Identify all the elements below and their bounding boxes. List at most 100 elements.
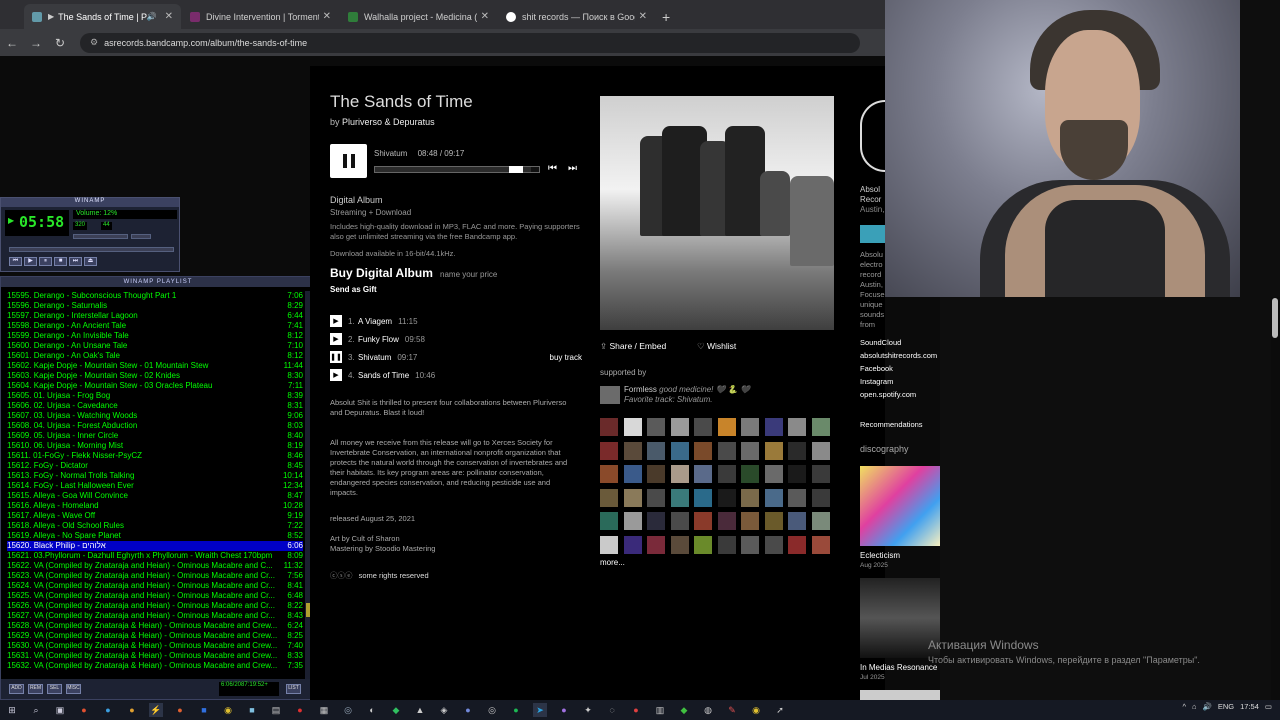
- steam-icon[interactable]: ◎: [341, 703, 355, 717]
- link-soundcloud[interactable]: SoundCloud: [860, 338, 945, 348]
- link-facebook[interactable]: Facebook: [860, 364, 945, 374]
- tray-overflow-icon[interactable]: ^: [1182, 702, 1186, 711]
- prev-track-icon[interactable]: ⏮: [548, 163, 557, 174]
- fan-avatar[interactable]: [741, 441, 759, 460]
- app-icon[interactable]: ◐: [365, 703, 379, 717]
- playlist-item[interactable]: 15612. FoGy - Dictator 8:45: [7, 461, 303, 471]
- task-view-icon[interactable]: ▣: [53, 703, 67, 717]
- notifications-icon[interactable]: ▭: [1265, 702, 1272, 711]
- fan-avatar[interactable]: [647, 465, 665, 483]
- fan-avatar[interactable]: [717, 488, 736, 507]
- telegram-icon[interactable]: ➤: [533, 703, 547, 717]
- app-icon[interactable]: ▦: [317, 703, 331, 717]
- playlist-item[interactable]: 15628. VA (Compiled by Znataraja & Heian…: [7, 621, 303, 631]
- fan-avatar[interactable]: [694, 465, 712, 483]
- label-logo[interactable]: [860, 100, 885, 172]
- fan-avatar[interactable]: [647, 441, 665, 460]
- playlist-item[interactable]: 15602. Kapje Dopje - Mountain Stew - 01 …: [7, 361, 303, 371]
- track-progress[interactable]: [374, 166, 540, 173]
- artist-link[interactable]: Pluriverso & Depuratus: [342, 117, 435, 127]
- playlist-item[interactable]: 15631. VA (Compiled by Znataraja & Heian…: [7, 651, 303, 661]
- winamp-taskbar-icon[interactable]: ⚡: [149, 703, 163, 717]
- playlist-item[interactable]: 15606. 02. Urjasa - Cavedance 8:31: [7, 401, 303, 411]
- discography-heading[interactable]: discography: [860, 444, 909, 454]
- track-name[interactable]: A Viagem: [358, 317, 392, 326]
- playlist-item[interactable]: 15625. VA (Compiled by Znataraja and Hei…: [7, 591, 303, 601]
- pause-icon[interactable]: ❚❚: [330, 351, 342, 363]
- link-instagram[interactable]: Instagram: [860, 377, 945, 387]
- link-website[interactable]: absolutshitrecords.com: [860, 351, 945, 361]
- fan-avatar[interactable]: [741, 418, 759, 436]
- app-icon[interactable]: ➚: [773, 703, 787, 717]
- pause-icon[interactable]: ⏸: [39, 257, 52, 266]
- playlist-item[interactable]: 15623. VA (Compiled by Znataraja and Hei…: [7, 571, 303, 581]
- app-icon[interactable]: ◆: [677, 703, 691, 717]
- discord-icon[interactable]: ●: [461, 703, 475, 717]
- app-icon[interactable]: ▲: [413, 703, 427, 717]
- playlist-item[interactable]: 15626. VA (Compiled by Znataraja and Hei…: [7, 601, 303, 611]
- app-icon[interactable]: ▤: [269, 703, 283, 717]
- next-icon[interactable]: ⏭: [69, 257, 82, 266]
- playlist-item[interactable]: 15596. Derango - Saturnalis 8:29: [7, 301, 303, 311]
- playlist-item[interactable]: 15610. 06. Urjasa - Morning Mist 8:19: [7, 441, 303, 451]
- fan-avatar[interactable]: [670, 512, 689, 530]
- playlist-item[interactable]: 15603. Kapje Dopje - Mountain Stew - 02 …: [7, 371, 303, 381]
- disco-title[interactable]: In Medias Resonance: [860, 663, 937, 672]
- eject-icon[interactable]: ⏏: [84, 257, 97, 266]
- playlist-item[interactable]: 15616. Alleya - Homeland 10:28: [7, 501, 303, 511]
- volume-slider[interactable]: [73, 234, 128, 239]
- tab-google-search[interactable]: shit records — Поиск в Google ✕: [498, 4, 655, 29]
- reload-icon[interactable]: ↻: [48, 36, 72, 50]
- supporter-avatar[interactable]: [600, 386, 620, 404]
- fan-avatar[interactable]: [788, 512, 806, 530]
- fan-avatar[interactable]: [694, 535, 712, 554]
- playlist-item[interactable]: 15624. VA (Compiled by Znataraja and Hei…: [7, 581, 303, 591]
- search-icon[interactable]: ⌕: [29, 703, 43, 717]
- fan-avatar[interactable]: [717, 535, 736, 554]
- fan-avatar[interactable]: [647, 418, 665, 436]
- more-fans-link[interactable]: more...: [600, 558, 625, 567]
- playlist-item[interactable]: 15615. Alleya - Goa Will Convince 8:47: [7, 491, 303, 501]
- app-icon[interactable]: ●: [629, 703, 643, 717]
- fan-avatar[interactable]: [670, 441, 689, 460]
- app-icon[interactable]: ●: [77, 703, 91, 717]
- disco-cover-next[interactable]: [860, 690, 940, 700]
- app-icon[interactable]: ◌: [605, 703, 619, 717]
- language-indicator[interactable]: ENG: [1218, 702, 1234, 711]
- playlist-item[interactable]: 15600. Derango - An Unsane Tale 7:10: [7, 341, 303, 351]
- tab-sands-of-time[interactable]: ▶ The Sands of Time | Plur 🔊 ✕: [24, 4, 181, 29]
- fan-avatar[interactable]: [623, 488, 642, 507]
- buy-album-button[interactable]: Buy Digital Album: [330, 266, 433, 280]
- playlist-item[interactable]: 15604. Kapje Dopje - Mountain Stew - 03 …: [7, 381, 303, 391]
- fan-avatar[interactable]: [811, 512, 830, 530]
- recommendations-link[interactable]: Recommendations: [860, 420, 923, 429]
- fan-avatar[interactable]: [764, 441, 783, 460]
- close-icon[interactable]: ✕: [639, 11, 647, 22]
- play-icon[interactable]: ▶: [330, 369, 342, 381]
- app-icon[interactable]: ■: [197, 703, 211, 717]
- play-icon[interactable]: ▶: [330, 333, 342, 345]
- sel-button[interactable]: SEL: [47, 684, 62, 694]
- playlist-item[interactable]: 15618. Alleya - Old School Rules 7:22: [7, 521, 303, 531]
- album-cover[interactable]: [600, 96, 834, 330]
- stop-icon[interactable]: ■: [54, 257, 67, 266]
- fan-avatar[interactable]: [694, 441, 712, 460]
- fan-avatar[interactable]: [811, 488, 830, 507]
- fan-avatar[interactable]: [647, 512, 665, 530]
- winamp-playlist[interactable]: WINAMP PLAYLIST 15595. Derango - Subcons…: [0, 276, 316, 700]
- playlist-item[interactable]: 15607. 03. Urjasa - Watching Woods 9:06: [7, 411, 303, 421]
- play-icon[interactable]: ▶: [330, 315, 342, 327]
- fan-avatar[interactable]: [788, 488, 806, 507]
- fan-avatar[interactable]: [600, 512, 618, 530]
- playlist-item[interactable]: 15621. 03.Phyllorum - Dazhull Eghyrth x …: [7, 551, 303, 561]
- page-scroll-thumb[interactable]: [1272, 298, 1278, 338]
- fan-avatar[interactable]: [717, 512, 736, 530]
- list-button[interactable]: LIST: [286, 684, 301, 694]
- network-icon[interactable]: ⌂: [1192, 702, 1197, 711]
- fan-avatar[interactable]: [764, 488, 783, 507]
- fan-avatar[interactable]: [788, 441, 806, 460]
- track-name[interactable]: Shivatum: [358, 353, 391, 362]
- fan-avatar[interactable]: [811, 465, 830, 483]
- fan-avatar[interactable]: [811, 535, 830, 554]
- link-spotify[interactable]: open.spotify.com: [860, 390, 945, 400]
